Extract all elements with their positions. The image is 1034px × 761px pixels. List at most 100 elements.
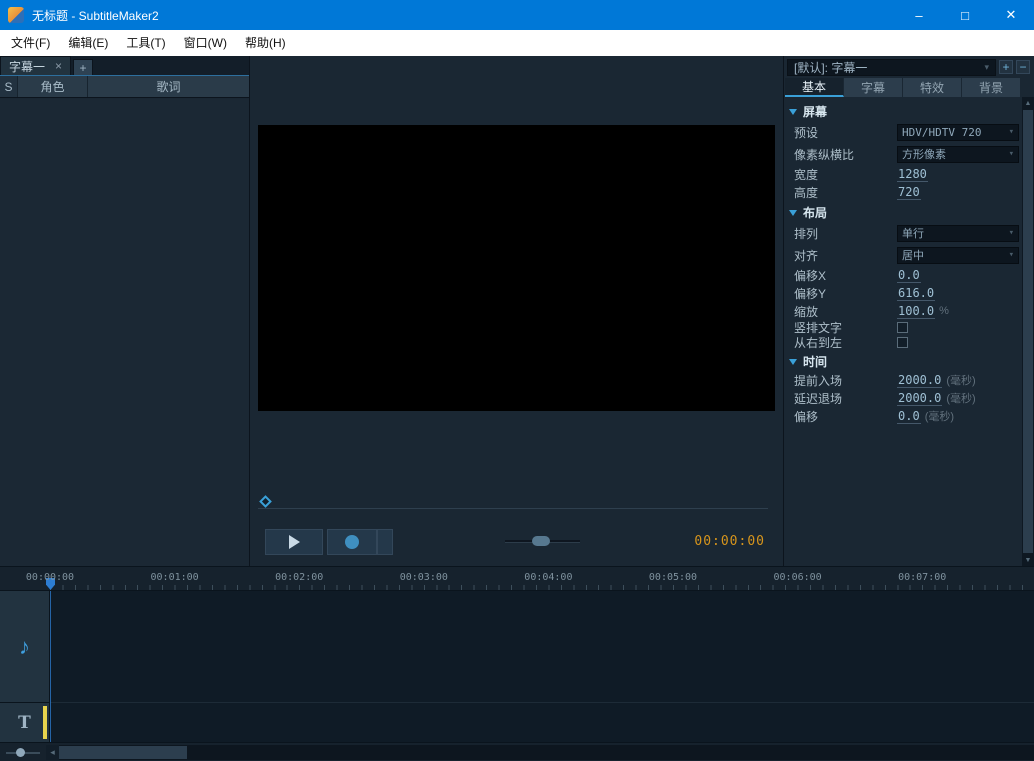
tab-subtitle-one[interactable]: 字幕一 × [0, 56, 71, 75]
property-value[interactable]: 1280 [897, 167, 928, 182]
vertical-scrollbar[interactable]: ▲ ▼ [1022, 97, 1034, 566]
subtitle-table-header: S 角色 歌词 [0, 76, 249, 98]
record-button[interactable] [327, 529, 377, 555]
horizontal-scrollbar[interactable]: ◂ [46, 745, 1034, 760]
subtitle-track-body[interactable] [50, 703, 1034, 743]
timeline-bottom-bar: ◂ [0, 742, 1034, 761]
property-row: 偏移0.0(毫秒) [784, 407, 1022, 425]
menu-item[interactable]: 编辑(E) [59, 30, 117, 56]
preset-selector[interactable]: [默认]: 字幕一 ▾ [787, 59, 996, 76]
property-row: 像素纵横比方形像素▾ [784, 143, 1022, 165]
subtitle-list-body[interactable] [0, 99, 249, 566]
property-row: 从右到左 [784, 335, 1022, 350]
position-diamond-icon[interactable] [259, 495, 272, 508]
property-value[interactable]: 2000.0 [897, 373, 942, 388]
extra-control-button[interactable] [377, 529, 393, 555]
ruler-ticks [50, 585, 1034, 590]
property-checkbox[interactable] [897, 337, 908, 348]
chevron-down-icon: ▾ [984, 62, 989, 73]
property-row: 延迟退场2000.0 (毫秒) [784, 389, 1022, 407]
maximize-button[interactable]: □ [942, 0, 988, 30]
property-label: 排列 [794, 225, 897, 242]
close-button[interactable]: ✕ [988, 0, 1034, 30]
add-preset-button[interactable]: + [999, 60, 1013, 74]
timeline: 00:00:0000:01:0000:02:0000:03:0000:04:00… [0, 566, 1034, 761]
column-header-s[interactable]: S [0, 76, 18, 97]
property-dropdown[interactable]: 方形像素▾ [897, 146, 1019, 163]
property-value[interactable]: 616.0 [897, 286, 935, 301]
property-label: 延迟退场 [794, 390, 897, 407]
tab-label: 字幕一 [9, 58, 45, 75]
column-header-lyrics[interactable]: 歌词 [88, 76, 249, 97]
video-preview [258, 125, 775, 411]
subtitle-list-panel: 字幕一 × + S 角色 歌词 [0, 56, 250, 566]
scroll-down-icon[interactable]: ▼ [1022, 554, 1034, 566]
section-title: 时间 [803, 353, 827, 370]
property-tab[interactable]: 背景 [962, 78, 1021, 97]
ruler-label: 00:05:00 [649, 572, 697, 583]
property-dropdown[interactable]: 单行▾ [897, 225, 1019, 242]
menu-item[interactable]: 窗口(W) [175, 30, 236, 56]
property-checkbox[interactable] [897, 322, 908, 333]
scroll-up-icon[interactable]: ▲ [1022, 97, 1034, 109]
play-button[interactable] [265, 529, 323, 555]
ruler-label: 00:02:00 [275, 572, 323, 583]
subtitle-track-header[interactable]: T [0, 703, 50, 743]
title-bar: 无标题 - SubtitleMaker2 – □ ✕ [0, 0, 1034, 30]
chevron-down-icon: ▾ [1009, 127, 1014, 137]
property-value[interactable]: 0.0 [897, 268, 921, 283]
property-label: 像素纵横比 [794, 146, 897, 163]
seek-bar[interactable] [258, 508, 768, 509]
menu-bar: 文件(F)编辑(E)工具(T)窗口(W)帮助(H) [0, 30, 1034, 56]
menu-item[interactable]: 文件(F) [2, 30, 59, 56]
section-header[interactable]: 布局 [784, 203, 1022, 222]
audio-track-header[interactable]: ♪ [0, 591, 50, 703]
property-value[interactable]: 2000.0 [897, 391, 942, 406]
subtitle-track: T [0, 703, 1034, 743]
add-tab-button[interactable]: + [73, 59, 93, 75]
subtitle-clip-marker[interactable] [43, 706, 47, 739]
property-label: 缩放 [794, 303, 897, 320]
property-tab[interactable]: 字幕 [844, 78, 903, 97]
section-header[interactable]: 屏幕 [784, 102, 1022, 121]
dropdown-value: 方形像素 [902, 146, 946, 162]
property-tab[interactable]: 基本 [785, 78, 844, 97]
chevron-down-icon: ▾ [1009, 228, 1014, 238]
preset-selector-label: [默认]: 字幕一 [794, 59, 867, 76]
collapse-triangle-icon [789, 109, 797, 115]
text-track-icon: T [18, 713, 31, 733]
property-tab[interactable]: 特效 [903, 78, 962, 97]
property-label: 从右到左 [794, 334, 897, 351]
property-dropdown[interactable]: 居中▾ [897, 247, 1019, 264]
volume-slider-handle[interactable] [532, 536, 550, 546]
zoom-slider-handle[interactable] [16, 748, 25, 757]
value-suffix: (毫秒) [946, 390, 975, 406]
column-header-role[interactable]: 角色 [18, 76, 88, 97]
section-header[interactable]: 时间 [784, 352, 1022, 371]
property-label: 偏移X [794, 267, 897, 284]
property-tabs: 基本字幕特效背景 [785, 78, 1022, 97]
playhead-line[interactable] [50, 591, 51, 742]
menu-item[interactable]: 帮助(H) [236, 30, 295, 56]
remove-preset-button[interactable]: − [1016, 60, 1030, 74]
property-row: 高度720 [784, 183, 1022, 201]
audio-track-body[interactable] [50, 591, 1034, 703]
property-label: 提前入场 [794, 372, 897, 389]
scroll-left-icon[interactable]: ◂ [46, 745, 59, 760]
app-icon [8, 7, 24, 23]
property-row: 排列单行▾ [784, 222, 1022, 244]
property-row: 对齐居中▾ [784, 244, 1022, 266]
horizontal-scrollbar-thumb[interactable] [59, 746, 187, 759]
property-row: 竖排文字 [784, 320, 1022, 335]
property-value[interactable]: 100.0 [897, 304, 935, 319]
property-row: 宽度1280 [784, 165, 1022, 183]
property-value[interactable]: 0.0 [897, 409, 921, 424]
minimize-button[interactable]: – [896, 0, 942, 30]
property-label: 对齐 [794, 247, 897, 264]
timeline-ruler[interactable]: 00:00:0000:01:0000:02:0000:03:0000:04:00… [0, 567, 1034, 591]
property-dropdown[interactable]: HDV/HDTV 720▾ [897, 124, 1019, 141]
property-value[interactable]: 720 [897, 185, 921, 200]
tab-close-icon[interactable]: × [55, 59, 62, 73]
menu-item[interactable]: 工具(T) [117, 30, 174, 56]
scrollbar-thumb[interactable] [1023, 110, 1033, 553]
